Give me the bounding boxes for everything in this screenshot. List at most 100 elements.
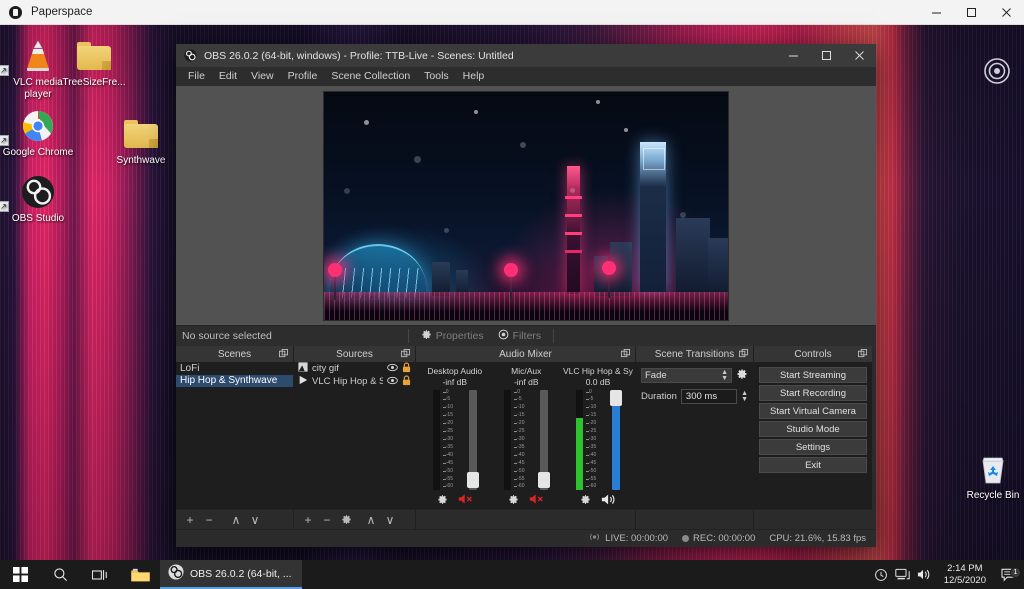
paperspace-maximize-icon[interactable] (954, 0, 989, 24)
float-dock-icon[interactable] (739, 349, 748, 361)
exit-button[interactable]: Exit (759, 457, 867, 473)
eye-icon[interactable] (387, 376, 398, 388)
obs-menubar[interactable]: File Edit View Profile Scene Collection … (176, 67, 876, 86)
add-source-button[interactable]: + (300, 512, 316, 528)
menu-file[interactable]: File (181, 67, 212, 86)
paperspace-close-icon[interactable] (989, 0, 1024, 24)
obs-icon: ↗ (0, 173, 76, 212)
preview-bokeh (596, 99, 600, 104)
menu-profile[interactable]: Profile (281, 67, 325, 86)
obs-icon (168, 564, 184, 583)
menu-view[interactable]: View (244, 67, 281, 86)
preview-bokeh (364, 119, 369, 125)
transition-select[interactable]: Fade ▲ ▼ (641, 368, 732, 383)
controls-dock-title: Controls (794, 348, 832, 360)
speaker-mute-icon[interactable] (458, 493, 473, 508)
desktop-icon-chrome[interactable]: ↗ Google Chrome (0, 107, 76, 159)
lock-icon[interactable] (402, 362, 411, 376)
menu-tools[interactable]: Tools (417, 67, 456, 86)
mixer-channel-desktop-audio[interactable]: Desktop Audio -inf dB 0 -5 -10 -15 -20 -… (420, 366, 490, 509)
rec-label: REC: 00:00:00 (693, 533, 756, 544)
duration-input[interactable]: 300 ms (680, 389, 738, 404)
remove-source-button[interactable]: − (319, 512, 335, 528)
sources-list[interactable]: city gif VLC Hip Hop & Syn (294, 362, 415, 509)
menu-scene-collection[interactable]: Scene Collection (324, 67, 417, 86)
desktop-icon-label: Recycle Bin (966, 490, 1020, 501)
source-item-vlc[interactable]: VLC Hip Hop & Syn (294, 374, 415, 389)
network-icon[interactable] (892, 568, 914, 581)
preview-bokeh (344, 187, 350, 194)
add-scene-button[interactable]: + (182, 512, 198, 528)
studio-mode-button[interactable]: Studio Mode (759, 421, 867, 437)
obs-preview-canvas[interactable] (323, 90, 729, 321)
start-streaming-button[interactable]: Start Streaming (759, 367, 867, 383)
eye-icon[interactable] (387, 363, 398, 375)
float-dock-icon[interactable] (401, 349, 410, 361)
paperspace-minimize-icon[interactable] (919, 0, 954, 24)
task-view-icon[interactable] (80, 560, 120, 589)
obs-close-button[interactable] (843, 44, 876, 67)
float-dock-icon[interactable] (279, 349, 288, 361)
desktop-icon-treesize[interactable]: TreeSizeFre... (56, 37, 132, 89)
speaker-mute-icon[interactable] (529, 493, 544, 508)
taskbar-item-obs[interactable]: OBS 26.0.2 (64-bit, ... (160, 560, 302, 589)
volume-fader[interactable] (610, 390, 622, 490)
target-icon[interactable] (984, 58, 1010, 89)
live-label: LIVE: 00:00:00 (605, 533, 669, 544)
desktop-icon-synthwave[interactable]: Synthwave (103, 115, 179, 167)
obs-maximize-button[interactable] (810, 44, 843, 67)
obs-window[interactable]: OBS 26.0.2 (64-bit, windows) - Profile: … (176, 44, 876, 547)
speaker-on-icon[interactable] (601, 493, 617, 509)
preview-street-lamp (602, 260, 616, 298)
mixer-channels[interactable]: Desktop Audio -inf dB 0 -5 -10 -15 -20 -… (416, 362, 635, 509)
mixer-channel-mic-aux[interactable]: Mic/Aux -inf dB 0 -5 -10 -15 -20 -25 -30… (492, 366, 562, 509)
obs-preview-area[interactable] (176, 86, 876, 325)
move-scene-down-button[interactable]: ∨ (247, 512, 263, 528)
obs-minimize-button[interactable] (777, 44, 810, 67)
source-properties-gear-icon[interactable] (338, 512, 354, 528)
channel-buttons (580, 493, 617, 509)
start-recording-button[interactable]: Start Recording (759, 385, 867, 401)
controls-body[interactable]: Start Streaming Start Recording Start Vi… (754, 362, 872, 509)
channel-gear-icon[interactable] (580, 494, 591, 508)
obs-titlebar[interactable]: OBS 26.0.2 (64-bit, windows) - Profile: … (176, 44, 876, 67)
channel-gear-icon[interactable] (437, 494, 448, 508)
scene-item-lofi[interactable]: LoFi (176, 362, 293, 375)
float-dock-icon[interactable] (621, 349, 630, 361)
menu-help[interactable]: Help (456, 67, 492, 86)
search-icon[interactable] (40, 560, 80, 589)
rec-status: REC: 00:00:00 (682, 533, 755, 544)
move-scene-up-button[interactable]: ∧ (228, 512, 244, 528)
taskbar-clock[interactable]: 2:14 PM 12/5/2020 (936, 563, 994, 587)
scene-item-hiphop-synthwave[interactable]: Hip Hop & Synthwave (176, 374, 293, 387)
scenes-list[interactable]: LoFi Hip Hop & Synthwave (176, 362, 293, 509)
volume-fader[interactable] (538, 390, 551, 490)
volume-fader[interactable] (466, 390, 479, 490)
cloud-sync-icon[interactable] (870, 568, 892, 582)
windows-start-icon[interactable] (0, 560, 40, 589)
duration-stepper[interactable]: ▲ ▼ (741, 390, 748, 403)
remove-scene-button[interactable]: − (201, 512, 217, 528)
move-source-down-button[interactable]: ∨ (382, 512, 398, 528)
lock-icon[interactable] (402, 374, 411, 389)
transition-properties-gear-icon[interactable] (736, 368, 748, 383)
file-explorer-icon[interactable] (120, 560, 160, 589)
mixer-channel-vlc[interactable]: VLC Hip Hop & Synthwa 0.0 dB 0-5 -10-15 (563, 366, 633, 509)
volume-icon[interactable] (914, 568, 936, 581)
float-dock-icon[interactable] (858, 349, 867, 361)
menu-edit[interactable]: Edit (212, 67, 244, 86)
source-item-city-gif[interactable]: city gif (294, 362, 415, 375)
move-source-up-button[interactable]: ∧ (363, 512, 379, 528)
properties-button[interactable]: Properties (415, 328, 490, 344)
channel-gear-icon[interactable] (508, 494, 519, 508)
desktop-icon-obs-studio[interactable]: ↗ OBS Studio (0, 173, 76, 225)
live-status: LIVE: 00:00:00 (588, 532, 668, 545)
settings-button[interactable]: Settings (759, 439, 867, 455)
folder-icon (56, 37, 132, 75)
properties-label: Properties (435, 330, 484, 342)
action-center-icon[interactable]: 1 (994, 566, 1024, 582)
transitions-body[interactable]: Fade ▲ ▼ Duration 300 ms ▲ ▼ (636, 362, 753, 509)
start-virtual-camera-button[interactable]: Start Virtual Camera (759, 403, 867, 419)
filters-button[interactable]: Filters (492, 328, 548, 344)
desktop-icon-recycle-bin[interactable]: Recycle Bin (955, 450, 1024, 502)
